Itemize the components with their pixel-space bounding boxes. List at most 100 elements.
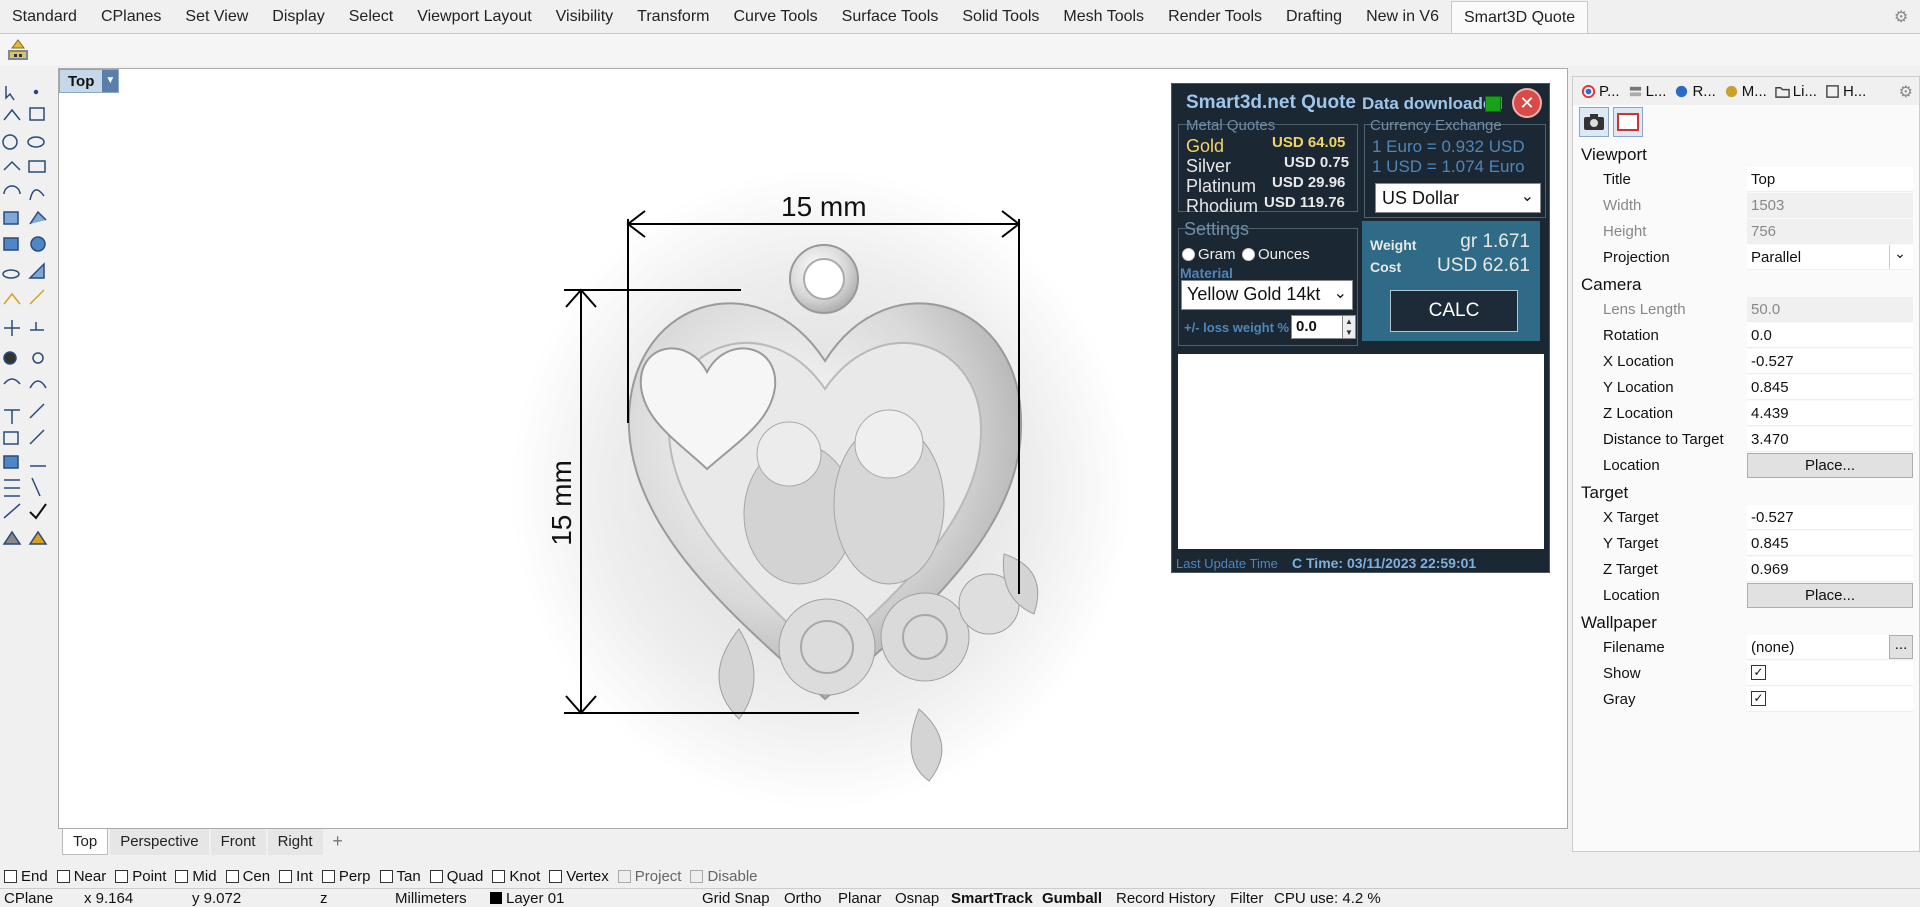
vtab-top[interactable]: Top (62, 829, 109, 855)
add-viewport-icon[interactable]: + (325, 829, 351, 855)
osnap-disable[interactable]: Disable (690, 867, 758, 885)
status-smarttrack[interactable]: SmartTrack (951, 890, 1033, 907)
sweep-icon (3, 503, 21, 519)
gear-icon[interactable]: ⚙ (1899, 82, 1913, 102)
prop-y-location-input[interactable]: 0.845 (1747, 375, 1913, 400)
left-toolbar-icons[interactable] (0, 78, 56, 598)
viewport-title[interactable]: Top ▼ (59, 69, 120, 93)
osnap-knot[interactable]: Knot (492, 868, 540, 885)
projection-select[interactable]: Parallel (1747, 245, 1913, 270)
browse-button[interactable]: ... (1889, 635, 1913, 659)
tab-curve-tools[interactable]: Curve Tools (721, 1, 829, 33)
osnap-tan[interactable]: Tan (379, 868, 421, 885)
arc-icon (3, 185, 21, 195)
prop-label: X Location (1603, 353, 1674, 370)
camera-icon[interactable] (1579, 107, 1609, 137)
tab-transform[interactable]: Transform (625, 1, 721, 33)
osnap-disable-label: Disable (707, 867, 758, 885)
tab-set-view[interactable]: Set View (173, 1, 260, 33)
osnap-perp[interactable]: Perp (321, 867, 371, 885)
unit-gram-radio[interactable]: Gram (1182, 246, 1236, 263)
tab-drafting[interactable]: Drafting (1274, 1, 1354, 33)
loss-weight-stepper[interactable]: ▲ ▼ (1342, 315, 1356, 339)
osnap-end[interactable]: End (4, 868, 48, 885)
radio-icon (1182, 248, 1195, 261)
metal-price-rhodium: USD 119.76 (1264, 194, 1345, 211)
osnap-quad[interactable]: Quad (429, 868, 483, 885)
panel-tab-help[interactable]: H... (1825, 83, 1866, 100)
chevron-down-icon[interactable]: ▼ (102, 70, 119, 92)
camera-place-button[interactable]: Place... (1747, 453, 1913, 478)
tab-select[interactable]: Select (337, 1, 405, 33)
osnap-int[interactable]: Int (279, 868, 313, 885)
osnap-project[interactable]: Project (617, 868, 681, 885)
panel-tab-help-label: H... (1842, 82, 1867, 100)
panel-tab-properties[interactable]: P... (1581, 83, 1620, 100)
osnap-perp-label: Perp (338, 867, 371, 885)
prop-x-target-input[interactable]: -0.527 (1747, 505, 1913, 530)
vtab-perspective[interactable]: Perspective (110, 829, 209, 855)
tab-new-in-v6[interactable]: New in V6 (1354, 1, 1451, 33)
osnap-mid[interactable]: Mid (175, 868, 217, 885)
panel-tab-layers[interactable]: L... (1628, 83, 1666, 100)
viewport-top[interactable]: 15 mm 15 mm Top ▼ Smart3d.net Quote Data… (58, 68, 1568, 829)
status-record-history[interactable]: Record History (1116, 890, 1215, 907)
gray-checkbox[interactable]: ✓ (1751, 691, 1766, 706)
panel-tab-libraries[interactable]: Li... (1775, 83, 1817, 100)
tab-render-tools[interactable]: Render Tools (1156, 1, 1274, 33)
curve-edit-icon (29, 107, 45, 121)
dimension-icon (30, 322, 44, 331)
tab-display[interactable]: Display (260, 1, 336, 33)
status-cplane[interactable]: CPlane (4, 890, 53, 907)
panel-tab-materials[interactable]: M... (1724, 83, 1767, 100)
prop-title-input[interactable]: Top (1747, 167, 1913, 192)
prop-z-target-input[interactable]: 0.969 (1747, 557, 1913, 582)
prop-label: Y Target (1603, 535, 1659, 552)
prop-distance-input[interactable]: 3.470 (1747, 427, 1913, 452)
tab-standard[interactable]: Standard (0, 1, 89, 33)
osnap-point[interactable]: Point (115, 868, 166, 885)
material-select[interactable]: Yellow Gold 14kt (1181, 280, 1353, 310)
prop-filename-field[interactable]: (none) ... (1747, 635, 1913, 660)
currency-select[interactable]: US Dollar (1375, 183, 1541, 213)
dimension-horizontal-label: 15 mm (781, 191, 867, 222)
prop-y-target-input[interactable]: 0.845 (1747, 531, 1913, 556)
gear-icon[interactable]: ⚙ (1894, 7, 1912, 26)
vtab-right[interactable]: Right (267, 829, 323, 855)
tab-solid-tools[interactable]: Solid Tools (950, 1, 1051, 33)
osnap-near[interactable]: Near (56, 868, 106, 885)
tab-surface-tools[interactable]: Surface Tools (830, 1, 951, 33)
status-filter[interactable]: Filter (1230, 890, 1263, 907)
status-osnap[interactable]: Osnap (895, 890, 939, 907)
prop-rotation-input[interactable]: 0.0 (1747, 323, 1913, 348)
unit-ounces-radio[interactable]: Ounces (1242, 246, 1310, 263)
loss-weight-input[interactable]: 0.0 (1291, 315, 1343, 339)
tab-viewport-layout[interactable]: Viewport Layout (405, 1, 543, 33)
close-button[interactable]: ✕ (1512, 88, 1542, 118)
status-grid-snap[interactable]: Grid Snap (702, 890, 770, 907)
tab-visibility[interactable]: Visibility (544, 1, 626, 33)
status-gumball[interactable]: Gumball (1042, 890, 1102, 907)
prop-z-location-input[interactable]: 4.439 (1747, 401, 1913, 426)
prop-label: Projection (1603, 249, 1670, 266)
smart3d-quote-icon[interactable] (6, 38, 30, 62)
status-planar[interactable]: Planar (838, 890, 881, 907)
cost-value: USD 62.61 (1437, 255, 1530, 276)
prop-x-location-input[interactable]: -0.527 (1747, 349, 1913, 374)
osnap-cen[interactable]: Cen (225, 868, 270, 885)
tab-smart3d-quote[interactable]: Smart3D Quote (1451, 1, 1589, 33)
viewport-frame-icon[interactable] (1613, 107, 1643, 137)
osnap-vertex[interactable]: Vertex (549, 868, 609, 885)
status-units[interactable]: Millimeters (395, 890, 467, 907)
status-ortho[interactable]: Ortho (784, 890, 822, 907)
target-place-button[interactable]: Place... (1747, 583, 1913, 608)
show-checkbox[interactable]: ✓ (1751, 665, 1766, 680)
text-icon (4, 409, 20, 424)
tab-mesh-tools[interactable]: Mesh Tools (1051, 1, 1156, 33)
calc-button[interactable]: CALC (1390, 290, 1518, 332)
status-layer[interactable]: Layer 01 (490, 890, 564, 907)
vtab-front[interactable]: Front (210, 829, 266, 855)
viewport-tabs: Top Perspective Front Right + (58, 829, 1568, 857)
tab-cplanes[interactable]: CPlanes (89, 1, 173, 33)
panel-tab-render[interactable]: R... (1674, 83, 1716, 100)
